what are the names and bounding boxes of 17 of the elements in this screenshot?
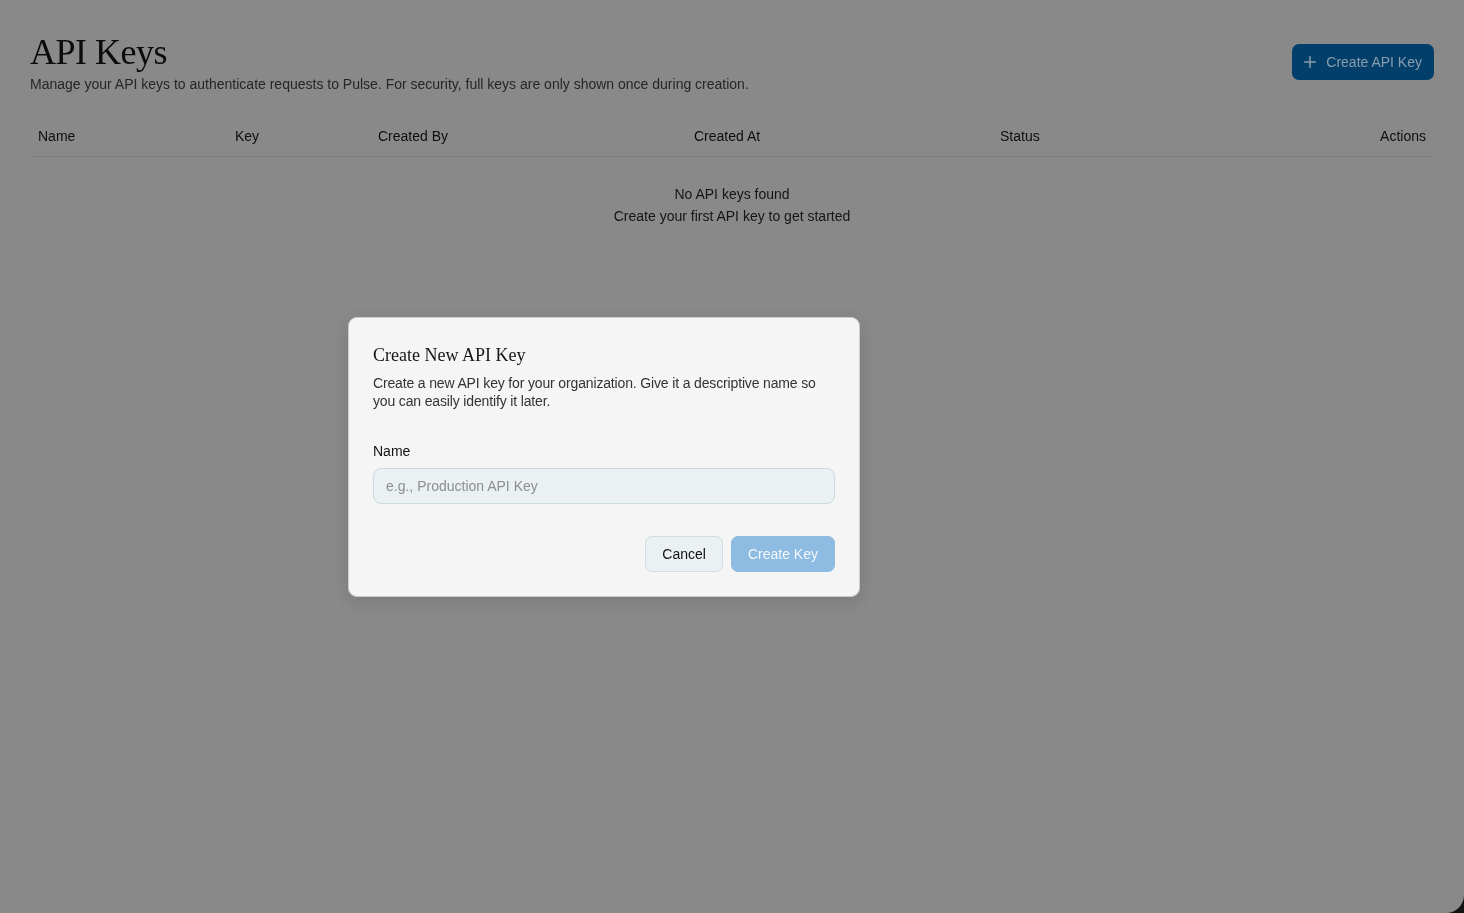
field-label: Name [373, 442, 412, 461]
column-header: Actions [1379, 127, 1427, 146]
create-api-key-button[interactable]: Create API Key [1292, 44, 1434, 80]
cancel-button[interactable]: Cancel [645, 536, 723, 572]
column-header: Created By [377, 127, 450, 146]
column-header: Name [37, 127, 77, 146]
name-input[interactable]: e.g., Production API Key [373, 468, 835, 504]
dialog-description: Create a new API key for your organization. Give it a descriptive name so you can easily identify it later. [373, 374, 817, 410]
empty-state-subtitle: Create your first API key to get started [613, 207, 851, 226]
page-title: API Keys [30, 32, 167, 72]
column-header: Key [234, 127, 261, 146]
empty-state-title: No API keys found [674, 185, 790, 204]
plus-icon [1304, 56, 1317, 68]
column-header: Created At [693, 127, 762, 146]
dialog-title: Create New API Key [373, 344, 527, 367]
column-header: Status [999, 127, 1041, 146]
page-description: Manage your API keys to authenticate requests to Pulse. For security, full keys are only shown once during creation. [30, 75, 749, 94]
